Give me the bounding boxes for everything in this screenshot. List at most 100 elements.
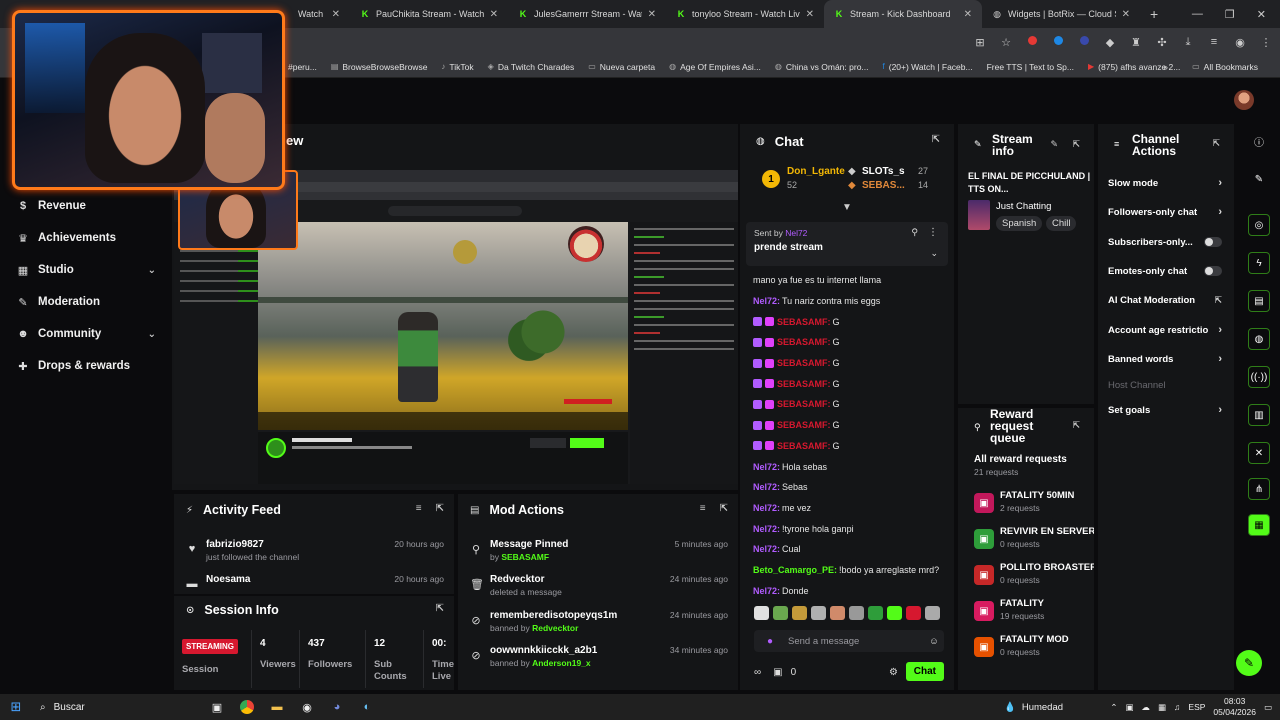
browser-tab[interactable]: ◍Widgets | BotRix — Cloud Strea✕ [982,0,1140,28]
chrome-icon[interactable] [232,696,262,718]
download-icon[interactable]: ⤓ [1182,36,1194,49]
chat-message[interactable]: Nel72: Cual [740,539,954,560]
sidebar-item-drops-rewards[interactable]: ✚ Drops & rewards [0,350,170,382]
bookmark[interactable]: Free TTS | Text to Sp... [987,62,1074,72]
popout-icon[interactable]: ⇱ [1072,139,1080,150]
reward-item[interactable]: ▣ FATALITY 50MIN 2 requests [974,490,1094,520]
emote[interactable] [925,606,940,620]
emoji-icon[interactable]: ☺ [924,636,944,647]
close-icon[interactable]: ✕ [490,9,498,20]
restore-icon[interactable]: ❐ [1225,8,1235,21]
edit-icon[interactable]: ✎ [1050,139,1058,150]
popout-icon[interactable]: ⇱ [436,603,444,614]
chat-username[interactable]: SEBASAMF: [777,441,831,451]
popout-icon[interactable]: ⇱ [932,134,940,145]
kebab-menu-icon[interactable]: ⋮ [928,227,938,238]
bolt-icon[interactable]: ϟ [1248,252,1270,274]
chat-message[interactable]: SEBASAMF: G [740,311,954,332]
emote[interactable] [868,606,883,620]
chat-input[interactable]: ● Send a message ☺ [754,630,944,652]
extension-icon[interactable] [1078,36,1090,48]
chat-message[interactable]: Nel72: !tyrone hola ganpi [740,518,954,539]
bookmark-folder[interactable]: ▭ Nueva carpeta [588,62,655,72]
extension-icon[interactable] [1026,36,1038,48]
chat-username[interactable]: Nel72: [753,503,780,513]
document-icon[interactable]: ▤ [1248,290,1270,312]
reward-item[interactable]: ▣ FATALITY MOD 0 requests [974,634,1094,664]
taskbar-search[interactable]: ⌕ Buscar [32,696,202,718]
sidebar-item-moderation[interactable]: ✎ Moderation [0,286,170,318]
toggle-switch[interactable] [1204,237,1222,247]
bookmark[interactable]: f (20+) Watch | Faceb... [883,62,973,72]
chat-message[interactable]: SEBASAMF: G [740,332,954,353]
sidebar-item-achievements[interactable]: ♛ Achievements [0,222,170,254]
list-item[interactable]: ⊘ oowwnnkkiicckk_a2b1 banned by Anderson… [458,645,738,677]
star-icon[interactable]: ☆ [1000,36,1012,49]
category-thumbnail[interactable] [968,200,990,230]
extension-icon[interactable]: ◆ [1104,36,1116,49]
browser-tab[interactable]: KPauChikita Stream - Watch Live✕ [350,0,508,28]
windows-start-icon[interactable]: ⊞ [0,699,32,715]
chat-username[interactable]: SEBASAMF: [777,379,831,389]
category-name[interactable]: Just Chatting [996,201,1051,212]
language-indicator[interactable]: ESP [1188,702,1205,712]
chat-username[interactable]: Nel72: [753,544,780,554]
chat-message[interactable]: SEBASAMF: G [740,394,954,415]
sidebar-item-community[interactable]: ☻ Community ⌄ [0,318,170,350]
chat-username[interactable]: SEBASAMF: [777,399,831,409]
volume-icon[interactable]: ♫ [1174,702,1180,712]
channel-action-followers-only-chat[interactable]: Followers-only chat › [1108,202,1234,222]
translate-icon[interactable]: ⊞ [974,36,986,49]
reward-item[interactable]: ▣ FATALITY 19 requests [974,598,1094,628]
bookmark[interactable]: ◈ Da Twitch Charades [488,62,575,72]
emote[interactable] [906,606,921,620]
channel-action-slow-mode[interactable]: Slow mode › [1108,173,1234,193]
channel-action-host-channel[interactable]: Host Channel [1108,375,1234,395]
filter-icon[interactable]: ≡ [700,503,706,514]
channel-action-ai-chat-moderation[interactable]: AI Chat Moderation ⇱ [1108,290,1234,310]
close-window-icon[interactable]: ✕ [1257,8,1266,21]
chat-username[interactable]: Nel72: [753,586,780,596]
sidebar-item-revenue[interactable]: $ Revenue [0,190,170,222]
channel-action-set-goals[interactable]: Set goals › [1108,400,1234,420]
send-chat-button[interactable]: Chat [905,662,944,681]
popout-icon[interactable]: ⇱ [720,503,728,514]
chat-username[interactable]: SEBASAMF: [777,317,831,327]
bookmark[interactable]: ◍ China vs Omán: pro... [775,62,869,72]
browser-tab-active[interactable]: K Stream - Kick Dashboard ✕ [824,0,982,28]
bookmarks-overflow[interactable]: » [1163,62,1168,72]
chat-message[interactable]: SEBASAMF: G [740,353,954,374]
chat-message[interactable]: Nel72: Hola sebas [740,456,954,477]
chat-message[interactable]: Nel72: Tu nariz contra mis eggs [740,291,954,312]
tag[interactable]: Chill [1046,216,1077,231]
browser-tab[interactable]: KJulesGamerrr Stream - Watch Li✕ [508,0,666,28]
pencil-icon[interactable]: ✎ [1248,168,1270,190]
pin-icon[interactable]: ⚲ [911,227,918,238]
tools-icon[interactable]: ✕ [1248,442,1270,464]
bookmark[interactable]: ♪ TikTok [441,62,473,72]
emote[interactable] [830,606,845,620]
emote[interactable] [754,606,769,620]
tray-app-icon[interactable]: ▣ [1125,702,1133,713]
reward-item[interactable]: ▣ POLLITO BROASTER 0 requests [974,562,1094,592]
emote[interactable] [773,606,788,620]
all-rewards-link[interactable]: All reward requests [974,454,1067,465]
emote[interactable] [887,606,902,620]
leaderboard-entry[interactable]: ◆ SLOTs_s 27 ◆ SEBAS... 14 [848,166,942,196]
chat-message[interactable]: Nel72: Donde [740,580,954,601]
extension-icon[interactable]: ♜ [1130,36,1142,49]
task-view-icon[interactable]: ▣ [202,696,232,718]
toggle-switch[interactable] [1204,266,1222,276]
avatar[interactable] [1234,90,1254,110]
channel-action-emotes-only-chat[interactable]: Emotes-only chat [1108,261,1234,281]
media-icon[interactable]: ≡ [1208,36,1220,48]
broadcast-icon[interactable]: ((·)) [1248,366,1270,388]
gear-icon[interactable]: ⚙ [889,667,898,678]
obs-icon[interactable]: ◉ [292,696,322,718]
cloud-icon[interactable]: ☁ [1142,702,1151,713]
chevron-down-icon[interactable]: ⌄ [930,248,938,259]
popout-icon[interactable]: ⇱ [1072,420,1080,431]
list-item[interactable]: ♥ fabrizio9827 just followed the channel… [174,539,454,571]
chat-icon[interactable]: ◍ [1248,328,1270,350]
camera-icon[interactable]: ◎ [1248,214,1270,236]
